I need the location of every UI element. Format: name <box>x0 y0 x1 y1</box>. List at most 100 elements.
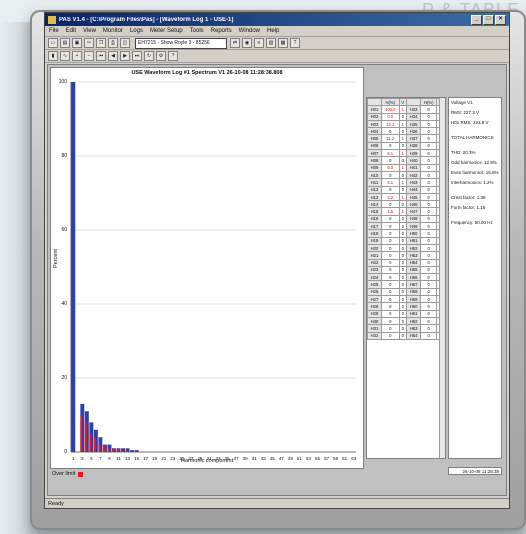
app-icon <box>48 15 56 24</box>
last-icon[interactable]: ⏭ <box>132 51 142 61</box>
table-cell: 0 <box>380 229 400 238</box>
copy-icon[interactable]: ❐ <box>96 38 106 48</box>
device-select[interactable]: EH7215 - Show Royle 3 - 85256 <box>135 37 227 49</box>
table-cell: H09 <box>367 163 382 172</box>
maximize-button[interactable]: □ <box>483 14 494 25</box>
connect-icon[interactable]: ⇄ <box>230 38 240 48</box>
menu-item-meter-setup[interactable]: Meter Setup <box>150 28 183 34</box>
help-icon[interactable]: ? <box>290 38 300 48</box>
meter-icon[interactable]: ◉ <box>242 38 252 48</box>
table-cell: 0 <box>398 273 408 282</box>
info-inter: Interharmonics: 1.2% <box>451 180 494 185</box>
table-cell: 0 <box>398 229 408 238</box>
open-icon[interactable]: ▤ <box>60 38 70 48</box>
table-cell: H62 <box>406 316 422 326</box>
table-cell: 0 <box>420 302 438 311</box>
table-cell: H15 <box>367 207 382 216</box>
table-cell: 0 <box>398 170 408 180</box>
table-cell: 0 <box>398 324 408 333</box>
table-cell: 0 <box>420 119 438 129</box>
table-cell: H05 <box>367 134 382 143</box>
table-cell: 6.0 <box>380 163 400 172</box>
table-cell: H43 <box>406 178 422 187</box>
menu-item-view[interactable]: View <box>83 28 96 34</box>
table-cell: 0 <box>398 214 408 224</box>
menu-item-file[interactable]: File <box>49 28 59 34</box>
table-cell: H19 <box>367 236 382 245</box>
table-cell: 4.1 <box>380 178 400 187</box>
table-cell: 0 <box>380 265 400 275</box>
spectrum-icon[interactable]: ▮ <box>48 51 58 61</box>
prev-icon[interactable]: ◀ <box>108 51 118 61</box>
table-cell: H30 <box>367 316 382 326</box>
table-cell: H10 <box>367 170 382 180</box>
zoom-out-icon[interactable]: − <box>84 51 94 61</box>
title-bar: PAS V1.4 - [C:\Program Files\Pas] - [Wav… <box>45 13 509 26</box>
chart-icon[interactable]: ▥ <box>266 38 276 48</box>
table-cell: 100.0 <box>380 105 400 114</box>
close-button[interactable]: × <box>495 14 506 25</box>
table-cell: 0 <box>380 316 400 326</box>
table-cell: H49 <box>406 222 422 231</box>
spectrum-chart: USE Waveform Log #1 Spectrum V1 26-10-08… <box>50 67 364 469</box>
table-scrollbar[interactable] <box>439 98 445 458</box>
print-icon[interactable]: ⎙ <box>108 38 118 48</box>
table-cell: 0 <box>380 273 400 282</box>
table-cell: 0 <box>420 207 438 216</box>
menu-item-window[interactable]: Window <box>239 28 260 34</box>
minimize-button[interactable]: _ <box>471 14 482 25</box>
harmonic-bar <box>130 450 135 452</box>
first-icon[interactable]: ⏮ <box>96 51 106 61</box>
table-cell: H56 <box>406 273 422 282</box>
over-limit-bar <box>121 450 124 452</box>
zoom-in-icon[interactable]: + <box>72 51 82 61</box>
waveform-icon[interactable]: ∿ <box>60 51 70 61</box>
y-tick-label: 60 <box>61 227 67 233</box>
table-header-row: H(%)VH(%)V <box>367 98 445 107</box>
table-cell: H18 <box>367 229 382 238</box>
preview-icon[interactable]: ◫ <box>120 38 130 48</box>
table-row: H020.00H3400 <box>367 112 445 121</box>
cut-icon[interactable]: ✂ <box>84 38 94 48</box>
table-cell: 0 <box>420 294 438 304</box>
table-row: H2200H5400 <box>367 258 445 267</box>
over-limit-bar <box>84 422 87 452</box>
table-cell: 1 <box>398 163 408 172</box>
over-limit-bar <box>112 448 114 452</box>
save-icon[interactable]: ▣ <box>72 38 82 48</box>
table-cell: H47 <box>406 207 422 216</box>
table-cell: 0 <box>380 185 400 194</box>
new-icon[interactable]: ▭ <box>48 38 58 48</box>
next-icon[interactable]: ▶ <box>120 51 130 61</box>
menu-item-logs[interactable]: Logs <box>130 28 143 34</box>
info-rms: RMS: 227.3 V <box>451 110 480 115</box>
table-cell: 0 <box>398 156 408 165</box>
harmonic-bar <box>134 450 139 452</box>
over-limit-bar <box>116 448 119 452</box>
column-header <box>367 98 382 107</box>
menu-item-monitor[interactable]: Monitor <box>103 28 123 34</box>
table-row: H2600H5800 <box>367 287 445 297</box>
refresh-icon[interactable]: ↻ <box>144 51 154 61</box>
table-cell: H06 <box>367 141 382 151</box>
table-row: H2900H6100 <box>367 309 445 318</box>
menu-item-edit[interactable]: Edit <box>66 28 76 34</box>
menu-item-reports[interactable]: Reports <box>211 28 232 34</box>
table-cell: 0 <box>398 200 408 209</box>
menu-item-tools[interactable]: Tools <box>190 28 204 34</box>
table-cell: H03 <box>367 119 382 129</box>
table-cell: H50 <box>406 229 422 238</box>
table-cell: H57 <box>406 280 422 289</box>
table-icon[interactable]: ▦ <box>278 38 288 48</box>
table-cell: 0 <box>420 163 438 172</box>
info-crest: Crest factor: 1.38 <box>451 195 486 200</box>
table-cell: H22 <box>367 258 382 267</box>
log-icon[interactable]: ≡ <box>254 38 264 48</box>
question-icon[interactable]: ? <box>168 51 178 61</box>
options-icon[interactable]: ⚙ <box>156 51 166 61</box>
table-row: H096.01H4100 <box>367 163 445 172</box>
y-tick-label: 0 <box>64 449 67 455</box>
column-header <box>406 98 422 107</box>
menu-item-help[interactable]: Help <box>267 28 279 34</box>
table-row: H0800H4000 <box>367 156 445 165</box>
